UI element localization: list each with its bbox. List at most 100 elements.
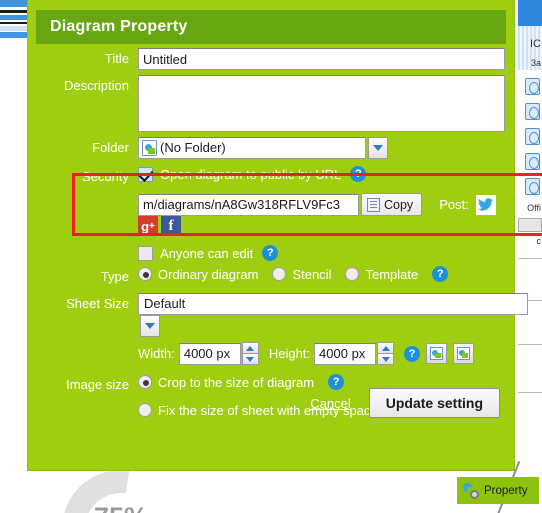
description-label: Description bbox=[63, 78, 129, 93]
help-icon[interactable]: ? bbox=[432, 266, 449, 282]
panel-actions: Cancel Update setting bbox=[310, 388, 500, 418]
row-width-height: Width: Height: ? bbox=[28, 342, 514, 365]
type-option-label: Stencil bbox=[292, 266, 332, 282]
anyone-edit-wrap: Anyone can edit ? bbox=[138, 245, 514, 261]
chevron-down-icon bbox=[373, 145, 383, 151]
width-label: Width: bbox=[138, 346, 175, 361]
security-public-wrap: Open diagram to public by URL ? bbox=[138, 166, 514, 182]
row-security: Security Open diagram to public by URL ? bbox=[28, 166, 514, 188]
document-icon bbox=[525, 178, 540, 195]
right-pane-text: c bbox=[536, 236, 542, 246]
right-pane-text: IC bbox=[530, 38, 541, 50]
chevron-down-icon bbox=[145, 323, 155, 329]
security-url-wrap: Copy Post: g+ f bbox=[138, 193, 514, 236]
sheet-size-dropdown-button[interactable] bbox=[140, 315, 160, 337]
type-options-wrap: Ordinary diagram Stencil Template ? bbox=[138, 266, 514, 282]
diagram-property-panel: Diagram Property Title Description Folde… bbox=[28, 0, 542, 470]
width-stepper[interactable] bbox=[241, 342, 259, 365]
stepper-up-icon[interactable] bbox=[377, 342, 395, 354]
document-icon bbox=[525, 78, 540, 95]
right-pane-text: Offi bbox=[527, 203, 541, 213]
anyone-can-edit-label: Anyone can edit bbox=[160, 245, 254, 261]
document-icon bbox=[525, 153, 540, 170]
divider bbox=[518, 258, 542, 259]
cancel-link[interactable]: Cancel bbox=[310, 396, 350, 411]
twitter-icon[interactable] bbox=[475, 194, 496, 215]
right-pane-button[interactable] bbox=[518, 218, 542, 232]
property-form: Title Description Folder (No Folder) bbox=[28, 48, 528, 423]
image-size-option-label: Crop to the size of diagram bbox=[158, 374, 315, 390]
divider bbox=[518, 344, 542, 345]
image-size-radio-crop[interactable] bbox=[138, 375, 152, 389]
copy-button-label: Copy bbox=[384, 197, 414, 212]
divider bbox=[518, 392, 542, 393]
public-url-input[interactable] bbox=[138, 193, 359, 216]
title-input[interactable] bbox=[138, 48, 505, 70]
folder-doc-icon bbox=[142, 140, 157, 156]
post-label: Post: bbox=[439, 197, 469, 212]
folder-value: (No Folder) bbox=[160, 140, 226, 155]
stepper-up-icon[interactable] bbox=[241, 342, 259, 354]
row-security-url: Copy Post: g+ f bbox=[28, 193, 514, 236]
row-anyone-can-edit: Anyone can edit ? bbox=[28, 245, 514, 261]
row-sheet-size: Sheet Size Default bbox=[28, 293, 528, 337]
copy-icon bbox=[367, 197, 380, 212]
copy-button[interactable]: Copy bbox=[361, 193, 423, 216]
row-type: Type Ordinary diagram Stencil Template ? bbox=[28, 266, 514, 288]
security-label: Security bbox=[82, 169, 129, 184]
anyone-can-edit-checkbox[interactable] bbox=[138, 245, 153, 261]
google-plus-icon[interactable]: g + bbox=[138, 216, 158, 236]
progress-gauge: 75% bbox=[62, 470, 180, 513]
sheet-size-label: Sheet Size bbox=[66, 296, 129, 311]
width-height-wrap: Width: Height: ? bbox=[138, 342, 514, 365]
background-right-pane: IC 3a Offi c bbox=[518, 0, 542, 470]
folder-label: Folder bbox=[92, 140, 129, 155]
page-title: Diagram Property bbox=[50, 18, 188, 35]
type-radio-stencil[interactable] bbox=[272, 267, 287, 281]
update-setting-button[interactable]: Update setting bbox=[368, 388, 500, 418]
property-button-label: Property bbox=[484, 484, 528, 497]
type-option-label: Ordinary diagram bbox=[158, 266, 259, 282]
reset-sheet-button[interactable] bbox=[453, 343, 475, 364]
row-description: Description bbox=[28, 75, 514, 132]
folder-select[interactable]: (No Folder) bbox=[138, 137, 366, 159]
open-public-label: Open diagram to public by URL bbox=[160, 166, 342, 182]
description-field-wrap bbox=[138, 75, 514, 132]
sheet-size-select[interactable]: Default bbox=[138, 293, 528, 315]
type-radio-ordinary[interactable] bbox=[138, 267, 152, 281]
facebook-icon[interactable]: f bbox=[161, 216, 181, 236]
type-radio-template[interactable] bbox=[345, 267, 360, 281]
height-stepper[interactable] bbox=[377, 342, 395, 365]
image-icon bbox=[430, 347, 444, 360]
property-gear-icon bbox=[463, 482, 479, 499]
panel-header: Diagram Property bbox=[36, 10, 506, 44]
property-button[interactable]: Property bbox=[457, 477, 539, 504]
width-input[interactable] bbox=[178, 342, 241, 365]
row-folder: Folder (No Folder) bbox=[28, 137, 514, 159]
document-icon bbox=[525, 103, 540, 120]
open-public-checkbox[interactable] bbox=[138, 166, 153, 182]
help-icon[interactable]: ? bbox=[350, 166, 367, 182]
sheet-size-value: Default bbox=[144, 296, 186, 311]
image-size-label: Image size bbox=[66, 377, 129, 392]
document-icon bbox=[525, 128, 540, 145]
help-icon[interactable]: ? bbox=[262, 245, 279, 261]
screenshot-root: IC 3a Offi c Lorem ipsum dolor sit ame 7… bbox=[0, 0, 542, 513]
stepper-down-icon[interactable] bbox=[241, 354, 259, 365]
fit-sheet-button[interactable] bbox=[426, 343, 448, 364]
folder-field-wrap: (No Folder) bbox=[138, 137, 514, 159]
folder-dropdown-button[interactable] bbox=[368, 137, 388, 159]
stepper-down-icon[interactable] bbox=[377, 354, 395, 365]
image-size-radio-fix[interactable] bbox=[138, 403, 152, 417]
height-label: Height: bbox=[268, 346, 311, 361]
row-title: Title bbox=[28, 48, 514, 70]
height-input[interactable] bbox=[314, 342, 377, 365]
right-pane-text: 3a bbox=[530, 58, 541, 68]
right-pane-titlebar bbox=[518, 0, 542, 26]
sheet-size-field-wrap: Default bbox=[138, 293, 528, 337]
title-field-wrap bbox=[138, 48, 514, 70]
gauge-percent-label: 75% bbox=[62, 502, 180, 513]
help-icon[interactable]: ? bbox=[404, 345, 421, 362]
image-icon bbox=[457, 347, 471, 360]
description-textarea[interactable] bbox=[138, 75, 505, 132]
